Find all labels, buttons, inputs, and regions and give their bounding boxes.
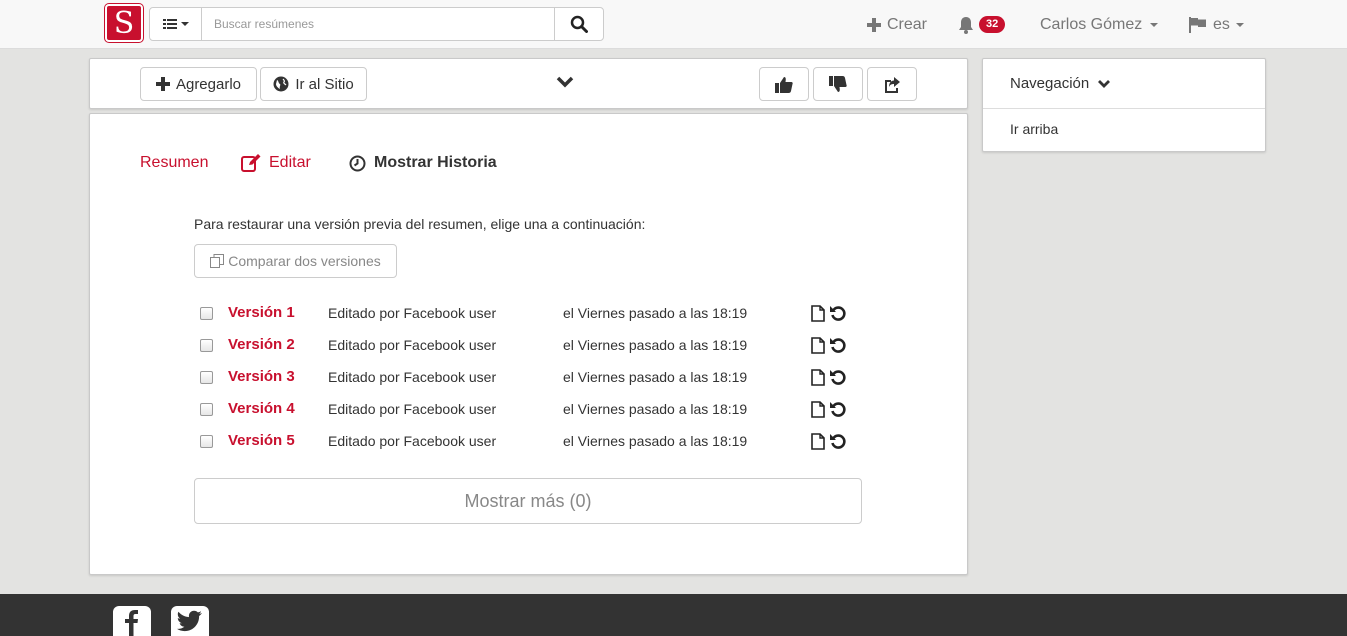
search-group <box>149 7 604 41</box>
version-editor: Editado por Facebook user <box>328 369 497 385</box>
version-row: Versión 4 Editado por Facebook user el V… <box>194 396 854 428</box>
version-editor: Editado por Facebook user <box>328 433 497 449</box>
search-input[interactable] <box>202 8 554 40</box>
copy-icon <box>210 254 225 268</box>
go-to-site-label: Ir al Sitio <box>295 75 354 93</box>
chevron-down-icon <box>1098 79 1111 88</box>
restore-icon[interactable] <box>829 432 847 450</box>
caret-down-icon <box>1150 22 1159 27</box>
restore-icon[interactable] <box>829 400 847 418</box>
navigation-panel: Navegación Ir arriba <box>982 58 1266 152</box>
version-link[interactable]: Versión 3 <box>228 368 295 385</box>
restore-icon[interactable] <box>829 368 847 386</box>
document-icon[interactable] <box>811 369 825 386</box>
share-icon <box>885 76 900 93</box>
dislike-button[interactable] <box>813 67 863 101</box>
plus-icon <box>867 17 881 32</box>
version-date: el Viernes pasado a las 18:19 <box>563 433 748 449</box>
notifications-button[interactable]: 32 <box>957 0 1006 49</box>
notification-badge: 32 <box>979 16 1006 33</box>
go-to-site-button[interactable]: Ir al Sitio <box>260 67 367 101</box>
version-checkbox[interactable] <box>200 307 213 320</box>
user-menu[interactable]: Carlos Gómez <box>1040 0 1159 49</box>
edit-icon <box>241 154 261 172</box>
share-button[interactable] <box>867 67 917 101</box>
create-menu[interactable]: Crear <box>867 0 927 49</box>
create-label: Crear <box>887 15 928 33</box>
caret-down-icon <box>1235 22 1244 27</box>
version-date: el Viernes pasado a las 18:19 <box>563 369 748 385</box>
tab-history[interactable]: Mostrar Historia <box>349 154 497 172</box>
version-link[interactable]: Versión 4 <box>228 400 295 417</box>
tab-history-label: Mostrar Historia <box>374 154 497 171</box>
flag-icon <box>1189 16 1206 33</box>
version-row: Versión 1 Editado por Facebook user el V… <box>194 300 854 332</box>
tab-summary[interactable]: Resumen <box>140 154 208 172</box>
search-button[interactable] <box>554 8 603 40</box>
add-button-label: Agregarlo <box>175 75 242 93</box>
document-icon[interactable] <box>811 401 825 418</box>
go-to-top-link[interactable]: Ir arriba <box>1010 121 1058 137</box>
facebook-icon <box>125 610 138 636</box>
thumbs-down-icon <box>829 75 847 92</box>
document-icon[interactable] <box>811 305 825 322</box>
list-icon <box>162 19 177 29</box>
language-menu[interactable]: es <box>1189 0 1244 49</box>
show-more-button[interactable]: Mostrar más (0) <box>194 478 862 524</box>
version-link[interactable]: Versión 5 <box>228 432 295 449</box>
navigation-label: Navegación <box>1010 75 1090 92</box>
add-button[interactable]: Agregarlo <box>140 67 257 101</box>
caret-down-icon <box>180 22 189 26</box>
language-label: es <box>1213 15 1230 33</box>
version-editor: Editado por Facebook user <box>328 337 497 353</box>
globe-icon <box>273 76 289 92</box>
version-list: Versión 1 Editado por Facebook user el V… <box>194 300 854 460</box>
twitter-icon <box>176 610 202 632</box>
version-row: Versión 2 Editado por Facebook user el V… <box>194 332 854 364</box>
top-navbar: S Crear 32 Carlos <box>0 0 1347 49</box>
version-editor: Editado por Facebook user <box>328 401 497 417</box>
version-editor: Editado por Facebook user <box>328 305 497 321</box>
tab-summary-label: Resumen <box>140 154 209 171</box>
plus-icon <box>155 77 170 91</box>
version-checkbox[interactable] <box>200 339 213 352</box>
bell-icon <box>959 16 973 34</box>
document-icon[interactable] <box>811 433 825 450</box>
main-content-panel: Resumen Editar Mostrar Historia Para res… <box>89 113 968 575</box>
summary-toolbar: Agregarlo Ir al Sitio <box>89 58 968 109</box>
navigation-toggle[interactable]: Navegación <box>983 59 1265 109</box>
twitter-link[interactable] <box>171 606 209 636</box>
document-icon[interactable] <box>811 337 825 354</box>
search-filter-button[interactable] <box>150 8 202 40</box>
compare-versions-button[interactable]: Comparar dos versiones <box>194 244 397 278</box>
version-date: el Viernes pasado a las 18:19 <box>563 305 748 321</box>
search-icon <box>570 15 588 33</box>
facebook-link[interactable] <box>113 606 151 636</box>
user-name: Carlos Gómez <box>1040 15 1143 33</box>
restore-icon[interactable] <box>829 336 847 354</box>
tab-edit[interactable]: Editar <box>241 154 311 172</box>
version-checkbox[interactable] <box>200 403 213 416</box>
logo[interactable]: S <box>105 4 143 42</box>
version-date: el Viernes pasado a las 18:19 <box>563 401 748 417</box>
version-link[interactable]: Versión 2 <box>228 336 295 353</box>
like-button[interactable] <box>759 67 809 101</box>
thumbs-up-icon <box>775 76 793 93</box>
version-checkbox[interactable] <box>200 371 213 384</box>
footer <box>0 594 1347 636</box>
clock-icon <box>349 155 366 171</box>
expand-toggle[interactable] <box>555 75 575 93</box>
chevron-down-icon <box>556 76 574 88</box>
tab-edit-label: Editar <box>269 154 311 171</box>
restore-icon[interactable] <box>829 304 847 322</box>
version-link[interactable]: Versión 1 <box>228 304 295 321</box>
version-checkbox[interactable] <box>200 435 213 448</box>
version-row: Versión 3 Editado por Facebook user el V… <box>194 364 854 396</box>
version-date: el Viernes pasado a las 18:19 <box>563 337 748 353</box>
restore-instructions: Para restaurar una versión previa del re… <box>194 216 646 232</box>
version-row: Versión 5 Editado por Facebook user el V… <box>194 428 854 460</box>
compare-versions-label: Comparar dos versiones <box>228 253 381 269</box>
